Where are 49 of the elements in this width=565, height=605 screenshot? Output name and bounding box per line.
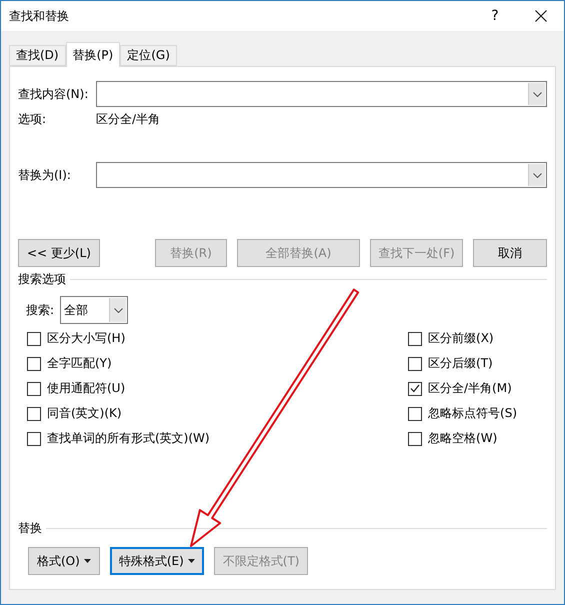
caret-icon xyxy=(84,559,91,563)
checkbox-label: 区分前缀(X) xyxy=(428,330,494,347)
tab[interactable]: 定位(G) xyxy=(120,45,177,66)
checkbox[interactable] xyxy=(408,406,422,420)
close-icon xyxy=(535,10,547,22)
search-label: 搜索: xyxy=(26,302,54,318)
checkbox[interactable] xyxy=(408,432,422,446)
search-select[interactable]: 全部 xyxy=(60,296,128,324)
checkbox-label: 区分后缀(T) xyxy=(428,355,493,372)
tab[interactable]: 查找(D) xyxy=(9,45,66,66)
field-label: 查找内容(N): xyxy=(18,86,90,102)
find-field[interactable] xyxy=(96,81,547,107)
checkbox-label: 忽略标点符号(S) xyxy=(428,405,517,422)
select-value: 全部 xyxy=(63,302,90,319)
window-title: 查找和替换 xyxy=(9,8,70,24)
chevron-down-icon xyxy=(532,92,542,96)
checkbox[interactable] xyxy=(408,356,422,370)
checkbox-label: 全字匹配(Y) xyxy=(47,355,112,372)
chevron-down-icon xyxy=(114,308,123,312)
replace-field[interactable] xyxy=(96,162,547,188)
checkbox[interactable] xyxy=(408,382,422,396)
checkbox[interactable] xyxy=(27,406,41,420)
checkbox-label: 区分大小写(H) xyxy=(47,330,126,347)
checkbox-label: 同音(英文)(K) xyxy=(47,405,122,422)
caret-icon xyxy=(188,559,195,563)
dropdown-button[interactable] xyxy=(528,164,545,186)
checkbox-label: 使用通配符(U) xyxy=(47,380,126,397)
checkbox[interactable] xyxy=(27,332,41,346)
checkbox[interactable] xyxy=(27,382,41,396)
options-label: 选项: xyxy=(18,111,48,128)
checkbox[interactable] xyxy=(408,332,422,346)
field-label: 替换为(I): xyxy=(18,166,72,184)
dropdown-button[interactable] xyxy=(109,298,126,322)
checkbox-label: 查找单词的所有形式(英文)(W) xyxy=(47,430,210,447)
checkbox-label: 忽略空格(W) xyxy=(428,430,498,447)
options-value: 区分全/半角 xyxy=(96,111,160,128)
dropdown-button[interactable] xyxy=(528,83,545,105)
format-button[interactable]: 特殊格式(E) xyxy=(110,547,204,575)
checkbox-label: 区分全/半角(M) xyxy=(428,380,512,397)
section-heading: 替换 xyxy=(18,520,42,537)
section-heading: 搜索选项 xyxy=(18,271,66,288)
action-button[interactable]: << 更少(L) xyxy=(18,239,100,267)
chevron-down-icon xyxy=(532,172,542,178)
action-button[interactable]: 取消 xyxy=(473,239,547,267)
tab[interactable]: 替换(P) xyxy=(66,42,120,67)
format-button[interactable]: 格式(O) xyxy=(28,547,100,575)
checkbox[interactable] xyxy=(27,356,41,370)
help-button[interactable]: ? xyxy=(472,8,518,24)
checkbox[interactable] xyxy=(27,432,41,446)
